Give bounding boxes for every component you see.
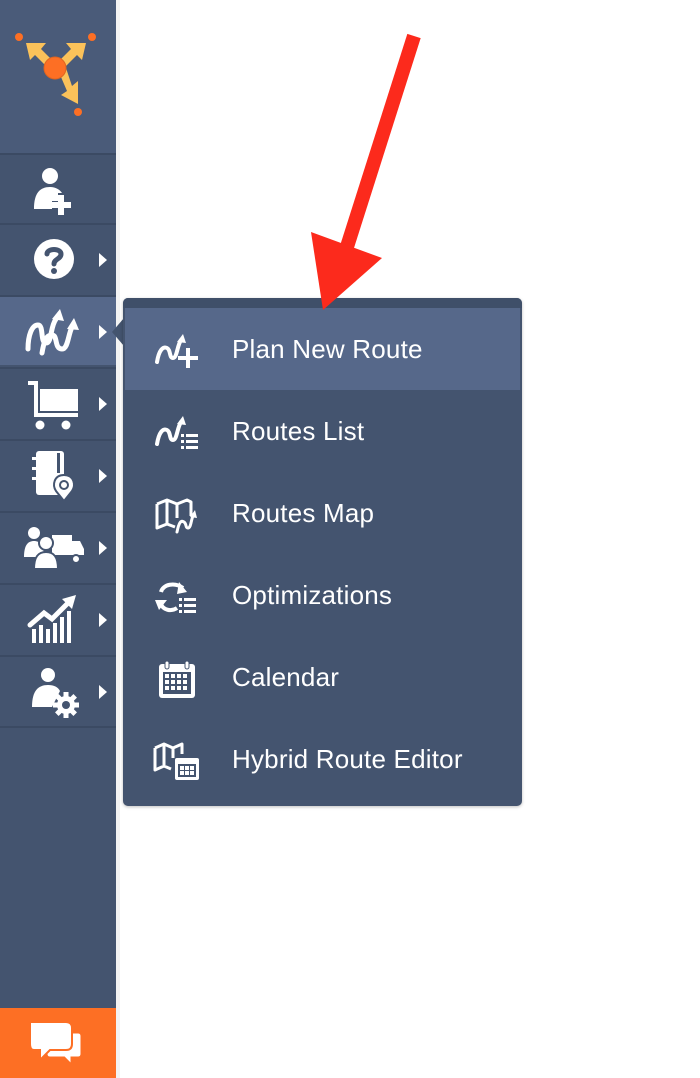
routes-icon [25, 309, 79, 356]
user-gear-icon [32, 668, 79, 718]
routes-map-icon [155, 498, 197, 534]
sidebar [0, 0, 120, 1078]
team-truck-icon [24, 527, 84, 570]
divider [0, 726, 116, 728]
menu-item-routes-list[interactable]: Routes List [125, 390, 520, 472]
menu-item-routes-map[interactable]: Routes Map [125, 472, 520, 554]
chevron-right-icon [99, 613, 107, 627]
plan-route-plus-icon [155, 334, 198, 368]
sidebar-item-analytics[interactable] [0, 583, 116, 653]
logo[interactable] [0, 0, 116, 153]
routes-flyout-menu: Plan New Route Routes List Routes Map Op… [123, 298, 522, 806]
hybrid-route-editor-icon [153, 742, 199, 780]
menu-item-plan-new-route[interactable]: Plan New Route [125, 308, 520, 390]
sidebar-edge [116, 0, 120, 1078]
annotation-arrow-shaft [339, 33, 421, 253]
chevron-right-icon [99, 397, 107, 411]
chevron-right-icon [99, 253, 107, 267]
optimizations-icon [155, 582, 196, 613]
sidebar-item-help[interactable] [0, 223, 116, 293]
chat-bubbles-icon [29, 1021, 84, 1070]
chart-trend-icon [27, 595, 76, 643]
chat-button[interactable] [0, 1008, 116, 1078]
menu-item-label: Optimizations [232, 580, 393, 610]
menu-item-label: Hybrid Route Editor [232, 744, 463, 774]
menu-item-hybrid-route-editor[interactable]: Hybrid Route Editor [125, 718, 520, 800]
chevron-right-icon [99, 541, 107, 555]
sidebar-item-routes[interactable] [0, 295, 116, 365]
sidebar-item-add-user[interactable] [0, 153, 116, 223]
calendar-icon [159, 660, 195, 698]
add-user-icon [34, 168, 71, 215]
menu-item-label: Plan New Route [232, 334, 423, 364]
sidebar-item-address-book[interactable] [0, 439, 116, 509]
chevron-right-icon [99, 685, 107, 699]
menu-item-calendar[interactable]: Calendar [125, 636, 520, 718]
address-book-pin-icon [32, 451, 75, 503]
sidebar-item-team-vehicles[interactable] [0, 511, 116, 581]
flyout-header-strip [123, 298, 522, 308]
sidebar-item-orders[interactable] [0, 367, 116, 437]
menu-item-label: Routes Map [232, 498, 375, 528]
menu-item-optimizations[interactable]: Optimizations [125, 554, 520, 636]
chevron-right-icon [99, 325, 107, 339]
sidebar-item-user-settings[interactable] [0, 655, 116, 725]
routes-list-icon [155, 416, 198, 449]
question-circle-icon [34, 239, 74, 279]
route-optimizer-logo-icon [15, 33, 96, 116]
menu-item-label: Routes List [232, 416, 365, 446]
shopping-cart-icon [28, 381, 78, 430]
chevron-right-icon [99, 469, 107, 483]
menu-item-label: Calendar [232, 662, 340, 692]
